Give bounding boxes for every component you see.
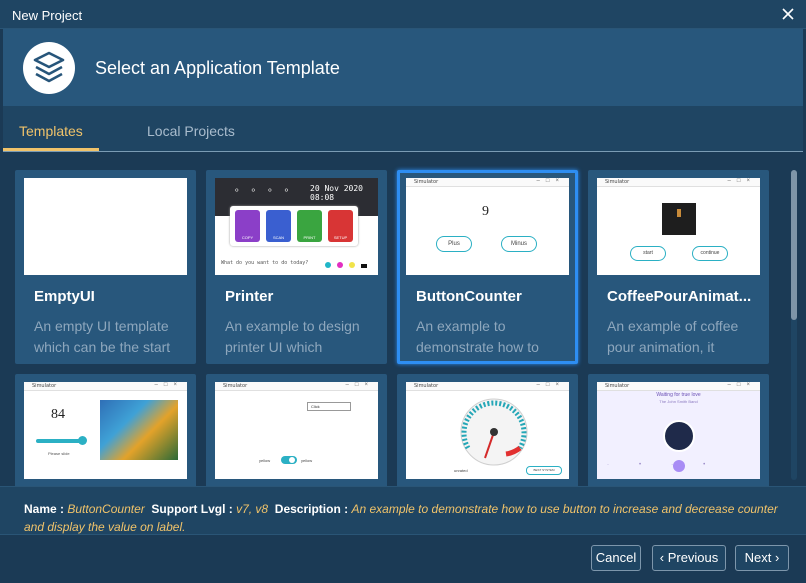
template-name: Printer (225, 288, 274, 305)
tab-bar: Templates Local Projects (3, 106, 803, 152)
parrot-image (100, 400, 178, 460)
template-card-slider[interactable]: Simulator –□× 84 Please slide (15, 374, 196, 486)
tab-templates[interactable]: Templates (19, 123, 83, 139)
template-preview: Simulator –□× Waiting for true love The J… (597, 382, 760, 479)
template-card-emptyui[interactable]: EmptyUI An empty UI template which can b… (15, 170, 196, 364)
layers-icon (23, 42, 75, 94)
dialog-header: Select an Application Template (3, 29, 803, 106)
name-label: Name : (24, 502, 65, 516)
preview-continue-button: continue (692, 246, 728, 261)
template-name: EmptyUI (34, 288, 95, 305)
template-preview: Simulator –□× 9 Plus Minus (406, 178, 569, 275)
close-icon[interactable] (780, 6, 796, 22)
preview-count: 9 (482, 204, 489, 219)
template-card-music-player[interactable]: Simulator –□× Waiting for true love The J… (588, 374, 769, 486)
template-grid: EmptyUI An empty UI template which can b… (3, 153, 803, 486)
template-description: An example to demonstrate how to (416, 318, 539, 355)
preview-plus-button: Plus (436, 236, 472, 252)
tile-label: COPY (241, 235, 254, 240)
template-name: CoffeePourAnimat... (607, 288, 752, 305)
preview-dropdown: Click (307, 402, 351, 411)
template-preview: Simulator –□× 84 Please slide (24, 382, 187, 479)
window-title: New Project (12, 8, 83, 23)
dialog-footer: Cancel ‹ Previous Next › (0, 534, 806, 583)
template-preview: Simulator –□× Click yellow yellow (215, 382, 378, 479)
template-preview: Simulator –□× start continue (597, 178, 760, 275)
template-card-printer[interactable]: ⚬⚬⚬⚬ 20 Nov 2020 08:08 COPY SCAN PRINT S… (206, 170, 387, 364)
template-card-gauge[interactable]: Simulator –□× unrated BEST SYSTEM (397, 374, 578, 486)
template-description: An empty UI template which can be the st… (34, 318, 171, 355)
template-card-buttoncounter[interactable]: Simulator –□× 9 Plus Minus ButtonCounter … (397, 170, 578, 364)
preview-minus-button: Minus (501, 236, 537, 252)
tile-label: SCAN (272, 235, 285, 240)
tile-label: PRINT (303, 235, 316, 240)
template-preview: Simulator –□× unrated BEST SYSTEM (406, 382, 569, 479)
description-label: Description : (274, 502, 349, 516)
chevron-left-icon: ‹ (659, 550, 665, 565)
template-name: ButtonCounter (416, 288, 522, 305)
active-tab-indicator (3, 148, 99, 151)
preview-question: What do you want to do today? (221, 260, 309, 266)
template-description: An example to design printer UI which (225, 318, 360, 355)
next-button[interactable]: Next › (735, 545, 789, 571)
template-preview (24, 178, 187, 275)
grid-scrollbar[interactable] (791, 170, 797, 480)
dialog-heading: Select an Application Template (95, 58, 340, 78)
previous-button[interactable]: ‹ Previous (652, 545, 726, 571)
cancel-button[interactable]: Cancel (591, 545, 641, 571)
template-info: Name : ButtonCounter Support Lvgl : v7, … (0, 486, 806, 534)
template-preview: ⚬⚬⚬⚬ 20 Nov 2020 08:08 COPY SCAN PRINT S… (215, 178, 378, 275)
title-bar: New Project (0, 0, 806, 29)
preview-caption: Please slide (48, 451, 70, 456)
support-label: Support Lvgl : (151, 502, 233, 516)
preview-value: 84 (51, 407, 65, 422)
gauge-icon (460, 398, 528, 466)
template-description: An example of coffee pour animation, it (607, 318, 739, 355)
preview-start-button: start (630, 246, 666, 261)
name-value: ButtonCounter (67, 502, 145, 516)
chevron-right-icon: › (775, 550, 780, 565)
tile-label: SETUP (333, 235, 348, 240)
template-card-widgets[interactable]: Simulator –□× Click yellow yellow (206, 374, 387, 486)
status-icons: ⚬⚬⚬⚬ (233, 185, 300, 195)
album-art (663, 420, 695, 452)
preview-time: 20 Nov 2020 08:08 (310, 184, 363, 202)
support-value: v7, v8 (236, 502, 269, 516)
tab-local-projects[interactable]: Local Projects (147, 123, 235, 139)
template-card-coffeepour[interactable]: Simulator –□× start continue CoffeePourAn… (588, 170, 769, 364)
